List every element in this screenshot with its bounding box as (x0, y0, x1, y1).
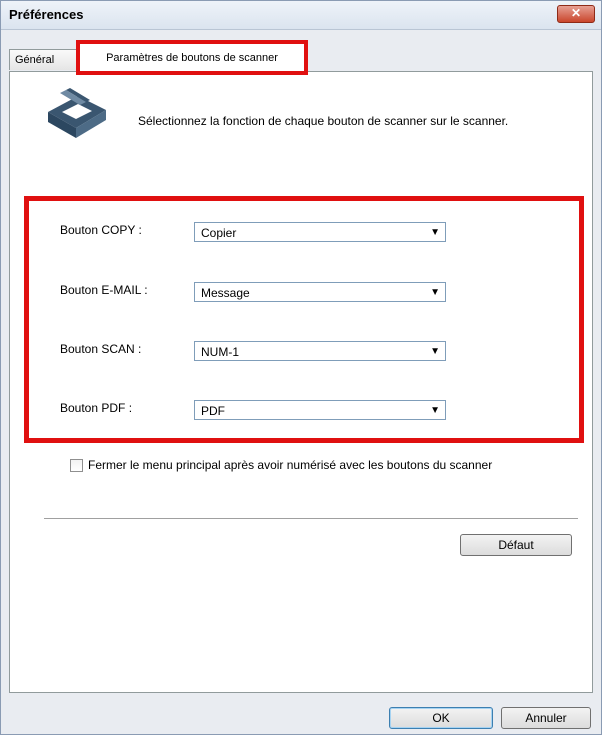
description-text: Sélectionnez la fonction de chaque bouto… (138, 114, 509, 128)
close-main-menu-checkbox[interactable] (70, 459, 83, 472)
select-value: PDF (201, 404, 225, 418)
label-pdf: Bouton PDF : (60, 401, 133, 415)
separator (44, 518, 578, 520)
preferences-window: Préférences ✕ Général Paramètres de bout… (0, 0, 602, 735)
chevron-down-icon: ▼ (430, 227, 440, 238)
tab-panel: Sélectionnez la fonction de chaque bouto… (9, 71, 593, 693)
ok-button[interactable]: OK (389, 707, 493, 729)
copy-select[interactable]: Copier ▼ (194, 222, 446, 242)
close-icon: ✕ (570, 6, 582, 20)
default-button[interactable]: Défaut (460, 534, 572, 556)
title-bar: Préférences ✕ (1, 1, 601, 30)
email-select[interactable]: Message ▼ (194, 282, 446, 302)
scanner-icon (48, 88, 106, 138)
select-value: Message (201, 286, 250, 300)
select-value: Copier (201, 226, 237, 240)
label-copy: Bouton COPY : (60, 223, 142, 237)
label-scan: Bouton SCAN : (60, 342, 142, 356)
close-button[interactable]: ✕ (557, 5, 595, 23)
window-title: Préférences (9, 7, 84, 22)
chevron-down-icon: ▼ (430, 346, 440, 357)
tab-general[interactable]: Général (9, 49, 78, 70)
pdf-select[interactable]: PDF ▼ (194, 400, 446, 420)
chevron-down-icon: ▼ (430, 287, 440, 298)
tab-scanner-buttons[interactable]: Paramètres de boutons de scanner (76, 40, 308, 75)
cancel-button[interactable]: Annuler (501, 707, 591, 729)
scan-select[interactable]: NUM-1 ▼ (194, 341, 446, 361)
label-email: Bouton E-MAIL : (60, 283, 148, 297)
select-value: NUM-1 (201, 345, 239, 359)
checkbox-label[interactable]: Fermer le menu principal après avoir num… (88, 458, 492, 472)
chevron-down-icon: ▼ (430, 405, 440, 416)
